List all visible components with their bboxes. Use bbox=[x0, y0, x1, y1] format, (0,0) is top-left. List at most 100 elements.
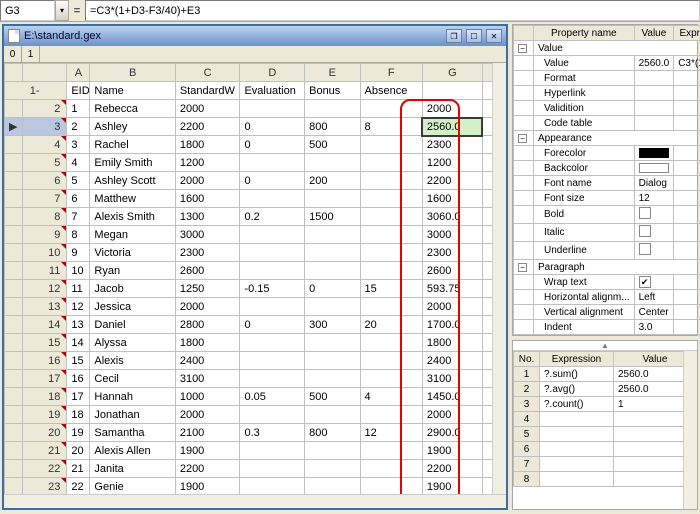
cell[interactable] bbox=[240, 298, 305, 316]
cell[interactable]: 0.05 bbox=[240, 388, 305, 406]
hdr-G[interactable] bbox=[422, 82, 482, 100]
cell[interactable] bbox=[305, 100, 360, 118]
property-value[interactable] bbox=[634, 161, 674, 176]
row-gutter[interactable] bbox=[5, 406, 23, 424]
cell[interactable]: 15 bbox=[67, 352, 90, 370]
cell[interactable]: Rebecca bbox=[90, 100, 175, 118]
cell[interactable] bbox=[240, 262, 305, 280]
tree-toggle[interactable]: − bbox=[514, 41, 534, 56]
prop-name-header[interactable]: Property name bbox=[534, 26, 635, 41]
cell[interactable] bbox=[240, 442, 305, 460]
cell[interactable]: 1200 bbox=[422, 154, 482, 172]
cell[interactable]: 0 bbox=[240, 172, 305, 190]
cell[interactable] bbox=[240, 100, 305, 118]
cell[interactable]: 2000 bbox=[175, 298, 240, 316]
cell[interactable] bbox=[240, 244, 305, 262]
expr-no[interactable]: 3 bbox=[514, 397, 540, 412]
close-icon[interactable]: ✕ bbox=[486, 29, 502, 43]
cell[interactable]: 8 bbox=[67, 226, 90, 244]
row-header[interactable]: 17 bbox=[23, 370, 67, 388]
property-expr[interactable] bbox=[674, 71, 700, 86]
cell[interactable]: 6 bbox=[67, 190, 90, 208]
expr-expr[interactable] bbox=[540, 427, 614, 442]
cell[interactable]: 500 bbox=[305, 388, 360, 406]
row-header[interactable]: 16 bbox=[23, 352, 67, 370]
color-swatch[interactable] bbox=[639, 163, 669, 173]
cell[interactable]: Ryan bbox=[90, 262, 175, 280]
property-value[interactable] bbox=[634, 101, 674, 116]
cell[interactable] bbox=[360, 298, 422, 316]
cell[interactable] bbox=[360, 136, 422, 154]
row-gutter[interactable] bbox=[5, 136, 23, 154]
tree-toggle[interactable]: − bbox=[514, 260, 534, 275]
cell[interactable]: 1 bbox=[67, 100, 90, 118]
cell[interactable]: 1900 bbox=[175, 478, 240, 495]
property-expr[interactable]: C3*(1+D bbox=[674, 56, 700, 71]
cell[interactable] bbox=[305, 298, 360, 316]
cell[interactable] bbox=[360, 334, 422, 352]
cell[interactable] bbox=[240, 478, 305, 495]
property-value[interactable] bbox=[634, 206, 674, 224]
cell[interactable]: 1500 bbox=[305, 208, 360, 226]
cell[interactable]: 3 bbox=[67, 136, 90, 154]
row-header[interactable]: 6 bbox=[23, 172, 67, 190]
cell[interactable]: 7 bbox=[67, 208, 90, 226]
cell[interactable]: 10 bbox=[67, 262, 90, 280]
row-gutter[interactable] bbox=[5, 442, 23, 460]
property-value[interactable] bbox=[634, 242, 674, 260]
sheet-titlebar[interactable]: E:\standard.gex ❐ ☐ ✕ bbox=[4, 26, 506, 46]
cell[interactable]: 3000 bbox=[175, 226, 240, 244]
cell[interactable] bbox=[305, 190, 360, 208]
property-expr[interactable] bbox=[674, 305, 700, 320]
cell[interactable]: 2000 bbox=[422, 298, 482, 316]
cell[interactable]: Alexis Smith bbox=[90, 208, 175, 226]
tree-toggle[interactable]: − bbox=[514, 131, 534, 146]
expr-expr[interactable] bbox=[540, 472, 614, 487]
cell[interactable]: 2200 bbox=[175, 460, 240, 478]
corner-cell[interactable] bbox=[5, 64, 23, 82]
row-header[interactable]: 21 bbox=[23, 442, 67, 460]
row-gutter[interactable] bbox=[5, 460, 23, 478]
vertical-scrollbar[interactable] bbox=[492, 63, 506, 494]
cell[interactable] bbox=[305, 226, 360, 244]
cell[interactable]: 0.2 bbox=[240, 208, 305, 226]
cell[interactable]: Victoria bbox=[90, 244, 175, 262]
cell[interactable]: 2000 bbox=[422, 406, 482, 424]
cell[interactable] bbox=[360, 370, 422, 388]
col-C[interactable]: C bbox=[175, 64, 240, 82]
expr-no-header[interactable]: No. bbox=[514, 352, 540, 367]
cell[interactable]: 1000 bbox=[175, 388, 240, 406]
cell[interactable]: 1900 bbox=[422, 442, 482, 460]
property-expr[interactable] bbox=[674, 320, 700, 335]
cell[interactable]: 15 bbox=[360, 280, 422, 298]
panel-grip-icon[interactable]: ▲ bbox=[513, 341, 697, 351]
property-value[interactable]: ✔ bbox=[634, 275, 674, 290]
cell[interactable]: 500 bbox=[305, 136, 360, 154]
property-expr[interactable] bbox=[674, 101, 700, 116]
hdr-Absence[interactable]: Absence bbox=[360, 82, 422, 100]
cell[interactable]: Alexis bbox=[90, 352, 175, 370]
cell-ref-dropdown-icon[interactable]: ▾ bbox=[55, 0, 69, 21]
maximize-icon[interactable]: ☐ bbox=[466, 29, 482, 43]
cell[interactable] bbox=[305, 478, 360, 495]
header-row-label[interactable]: 1- bbox=[5, 82, 67, 100]
cell[interactable]: 9 bbox=[67, 244, 90, 262]
expr-no[interactable]: 1 bbox=[514, 367, 540, 382]
checkbox[interactable] bbox=[639, 207, 651, 219]
property-value[interactable]: 2560.0 bbox=[634, 56, 674, 71]
cell[interactable] bbox=[360, 226, 422, 244]
col-A[interactable]: A bbox=[67, 64, 90, 82]
cell[interactable]: Matthew bbox=[90, 190, 175, 208]
formula-input[interactable]: =C3*(1+D3-F3/40)+E3 bbox=[85, 0, 700, 21]
cell[interactable] bbox=[240, 226, 305, 244]
property-expr[interactable] bbox=[674, 161, 700, 176]
expr-expr[interactable]: ?.count() bbox=[540, 397, 614, 412]
cell[interactable]: 12 bbox=[360, 424, 422, 442]
row-header[interactable]: 10 bbox=[23, 244, 67, 262]
cell[interactable]: 593.75 bbox=[422, 280, 482, 298]
row-header-col[interactable] bbox=[23, 64, 67, 82]
row-header[interactable]: 22 bbox=[23, 460, 67, 478]
cell[interactable] bbox=[240, 334, 305, 352]
cell[interactable]: -0.15 bbox=[240, 280, 305, 298]
cell[interactable]: 2000 bbox=[422, 100, 482, 118]
